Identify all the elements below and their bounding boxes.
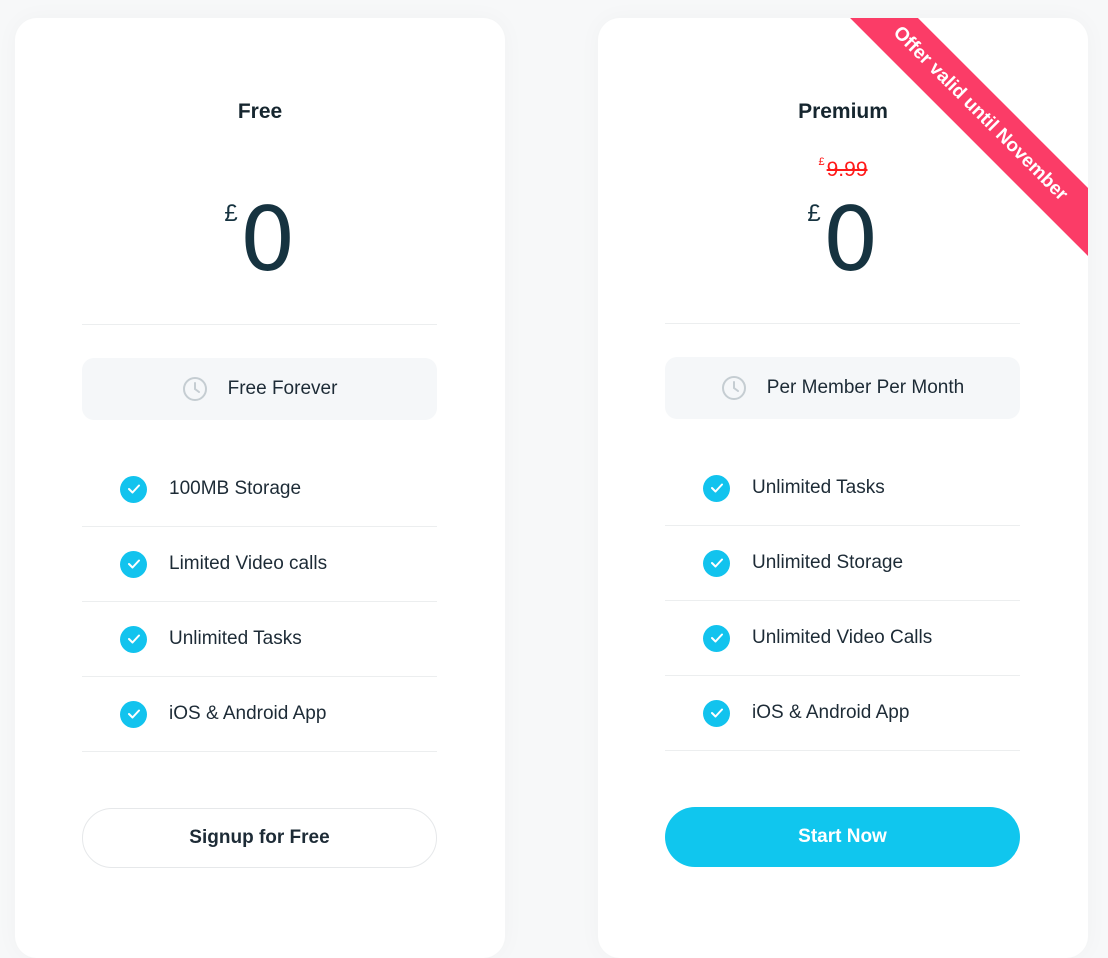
plan-card-premium: Offer valid until November Premium £9.99… bbox=[598, 18, 1088, 958]
start-now-button[interactable]: Start Now bbox=[665, 807, 1020, 867]
check-circle-icon bbox=[703, 474, 730, 502]
old-price: £9.99 bbox=[598, 156, 1088, 182]
billing-label: Free Forever bbox=[227, 378, 338, 399]
feature-label: iOS & Android App bbox=[752, 702, 910, 723]
billing-period: Free Forever bbox=[82, 358, 437, 420]
feature-label: Unlimited Tasks bbox=[169, 628, 302, 649]
old-price-value: 9.99 bbox=[826, 158, 868, 181]
price: £0 bbox=[15, 190, 505, 290]
clock-icon bbox=[721, 376, 746, 400]
price: £0 bbox=[598, 190, 1088, 290]
divider bbox=[82, 324, 437, 325]
currency-symbol: £ bbox=[224, 200, 238, 227]
currency-symbol: £ bbox=[807, 200, 821, 227]
feature-label: Unlimited Tasks bbox=[752, 477, 885, 498]
plan-card-free: Free £0 Free Forever 100MB Storage Limit… bbox=[15, 18, 505, 958]
feature-item: Unlimited Storage bbox=[665, 526, 1020, 601]
feature-item: Unlimited Tasks bbox=[82, 602, 437, 677]
check-circle-icon bbox=[120, 475, 147, 503]
divider bbox=[665, 323, 1020, 324]
feature-label: 100MB Storage bbox=[169, 478, 302, 499]
check-circle-icon bbox=[120, 700, 147, 728]
feature-label: Unlimited Video Calls bbox=[752, 627, 933, 648]
signup-free-button[interactable]: Signup for Free bbox=[82, 808, 437, 868]
check-circle-icon bbox=[120, 550, 147, 578]
feature-label: iOS & Android App bbox=[169, 703, 327, 724]
feature-list: Unlimited Tasks Unlimited Storage Unlimi… bbox=[665, 451, 1020, 751]
feature-item: 100MB Storage bbox=[82, 452, 437, 527]
feature-label: Limited Video calls bbox=[169, 553, 328, 574]
plan-name: Premium bbox=[798, 100, 888, 123]
feature-item: Unlimited Video Calls bbox=[665, 601, 1020, 676]
check-circle-icon bbox=[120, 625, 147, 653]
price-value: 0 bbox=[239, 188, 296, 291]
feature-item: iOS & Android App bbox=[82, 677, 437, 752]
price-value: 0 bbox=[822, 188, 879, 291]
clock-icon bbox=[182, 377, 207, 401]
feature-item: Unlimited Tasks bbox=[665, 451, 1020, 526]
old-currency-symbol: £ bbox=[818, 156, 825, 168]
billing-period: Per Member Per Month bbox=[665, 357, 1020, 419]
check-circle-icon bbox=[703, 549, 730, 577]
feature-list: 100MB Storage Limited Video calls Unlimi… bbox=[82, 452, 437, 752]
feature-item: Limited Video calls bbox=[82, 527, 437, 602]
feature-label: Unlimited Storage bbox=[752, 552, 904, 573]
check-circle-icon bbox=[703, 624, 730, 652]
billing-label: Per Member Per Month bbox=[766, 377, 965, 398]
check-circle-icon bbox=[703, 699, 730, 727]
feature-item: iOS & Android App bbox=[665, 676, 1020, 751]
plan-name: Free bbox=[237, 100, 283, 123]
